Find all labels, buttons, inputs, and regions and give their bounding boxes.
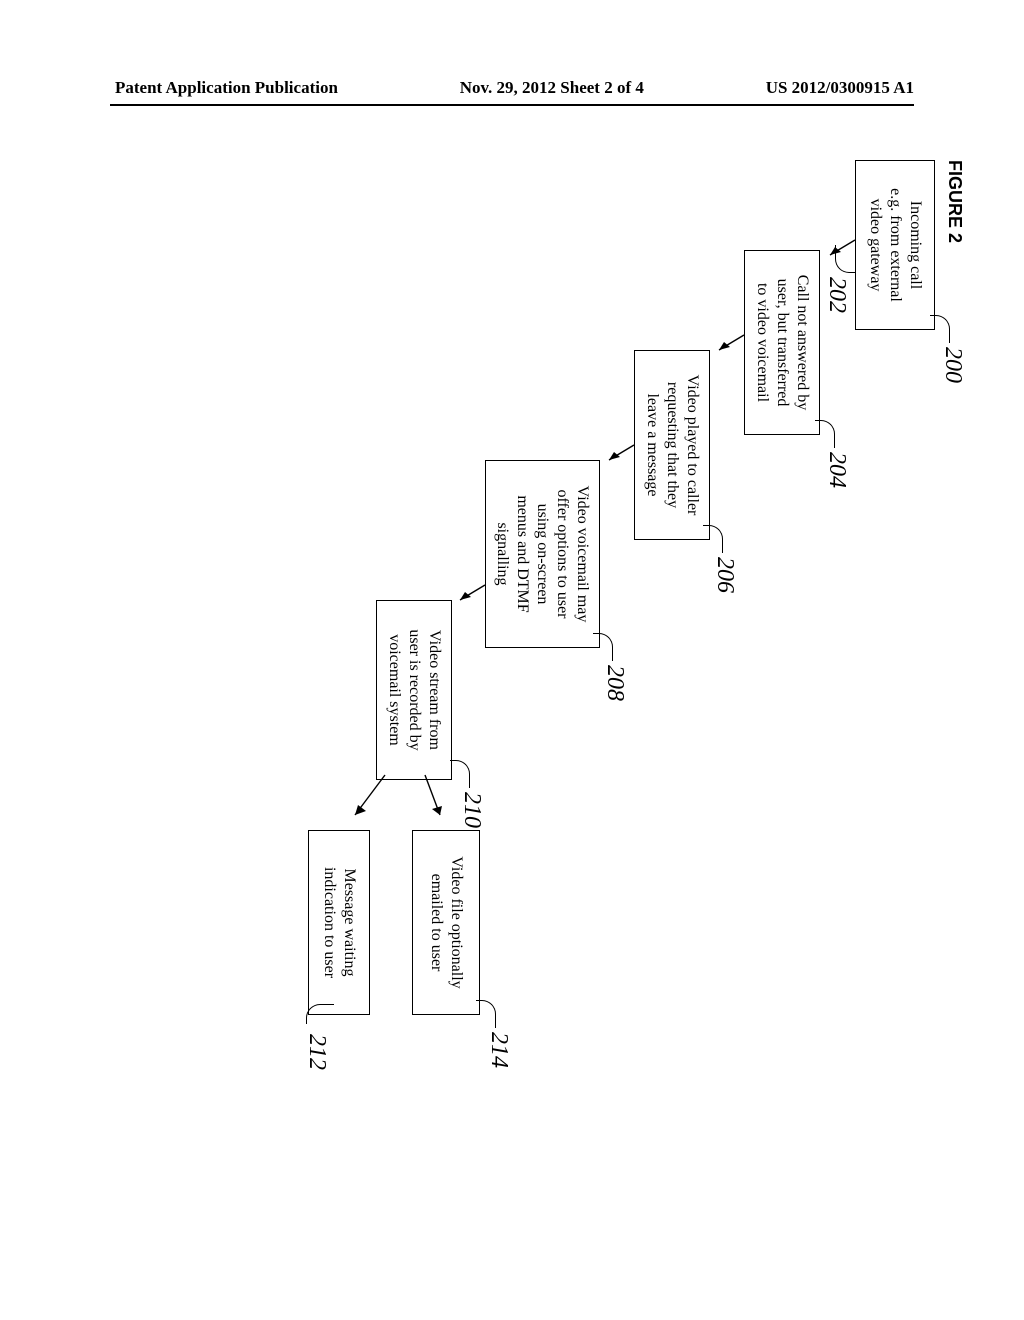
arrow-icon xyxy=(594,435,634,475)
box-message-waiting: Message waiting indication to user xyxy=(308,830,370,1015)
box-video-stream-recorded: Video stream from user is recorded by vo… xyxy=(376,600,452,780)
box-text: Video stream from user is recorded by vo… xyxy=(384,629,444,750)
box-text: Call not answered by user, but transferr… xyxy=(752,275,812,411)
arrow-icon xyxy=(704,325,744,365)
ref-204: 204 xyxy=(823,452,850,488)
ref-200: 200 xyxy=(939,347,966,383)
flow-diagram: FIGURE 2 Incoming call e.g. from externa… xyxy=(60,255,970,1015)
header-date-sheet: Nov. 29, 2012 Sheet 2 of 4 xyxy=(460,78,644,98)
box-video-voicemail-options: Video voicemail may offer options to use… xyxy=(485,460,600,648)
refcurve-204 xyxy=(815,420,835,448)
header-publication: Patent Application Publication xyxy=(115,78,338,98)
figure-label: FIGURE 2 xyxy=(944,160,965,243)
box-video-file-emailed: Video file optionally emailed to user xyxy=(412,830,480,1015)
box-text: Video voicemail may offer options to use… xyxy=(493,486,593,623)
arrow-icon xyxy=(815,230,855,270)
refcurve-208 xyxy=(593,633,613,661)
ref-206: 206 xyxy=(711,557,738,593)
box-incoming-call: Incoming call e.g. from external video g… xyxy=(855,160,935,330)
ref-210: 210 xyxy=(458,792,485,828)
box-text: Video played to caller requesting that t… xyxy=(642,375,702,516)
arrow-icon xyxy=(340,775,390,835)
ref-208: 208 xyxy=(601,665,628,701)
box-text: Incoming call e.g. from external video g… xyxy=(865,188,925,302)
refcurve-210 xyxy=(450,760,470,788)
box-text: Message waiting indication to user xyxy=(319,867,359,978)
ref-214: 214 xyxy=(485,1032,512,1068)
refcurve-200 xyxy=(930,315,950,343)
header-rule xyxy=(110,104,914,106)
box-call-not-answered: Call not answered by user, but transferr… xyxy=(744,250,820,435)
box-video-played: Video played to caller requesting that t… xyxy=(634,350,710,540)
refcurve-214 xyxy=(476,1000,496,1028)
ref-212: 212 xyxy=(303,1034,330,1070)
refcurve-206 xyxy=(703,525,723,553)
header-pubno: US 2012/0300915 A1 xyxy=(766,78,914,98)
arrow-icon xyxy=(400,775,440,835)
box-text: Video file optionally emailed to user xyxy=(426,856,466,988)
refcurve-212 xyxy=(306,1004,334,1024)
ref-202: 202 xyxy=(823,277,850,313)
